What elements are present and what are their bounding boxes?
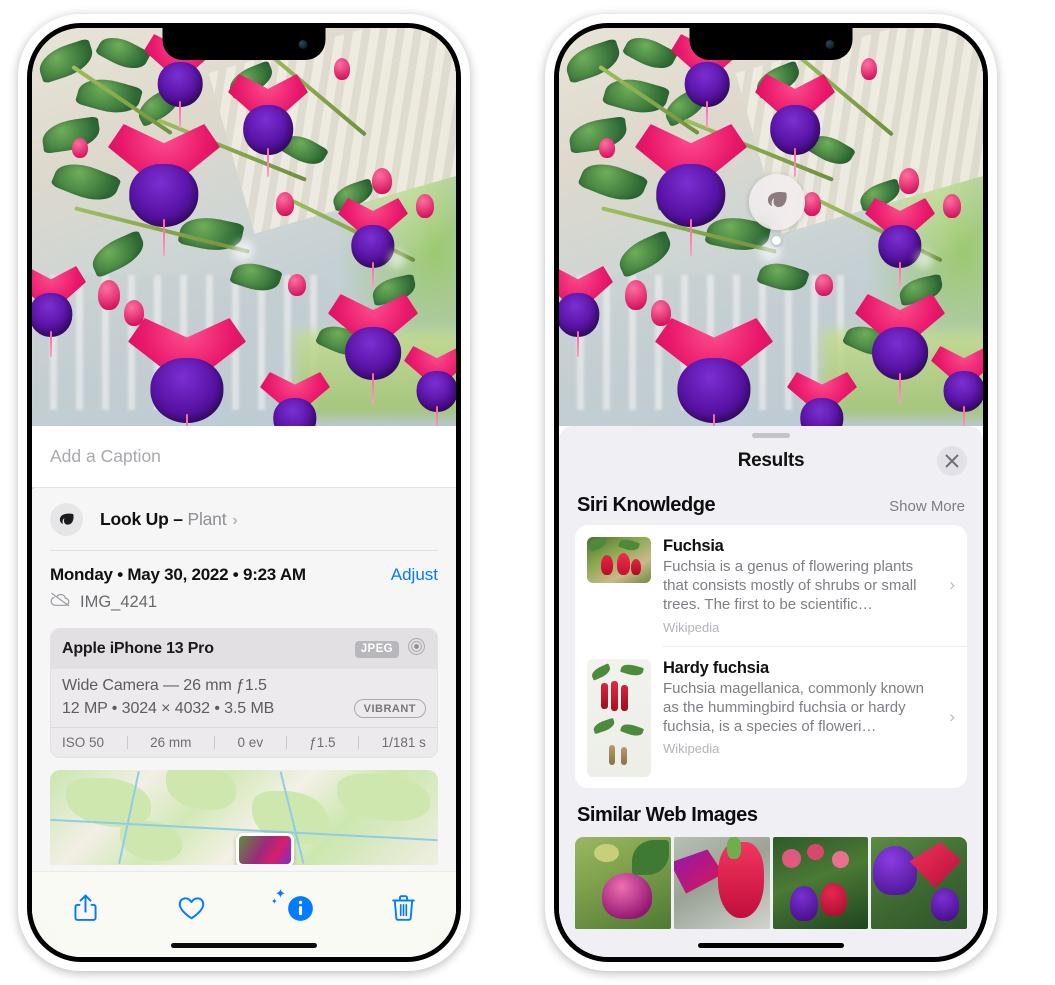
list-item[interactable]: Hardy fuchsia Fuchsia magellanica, commo… (575, 647, 967, 788)
adjust-button[interactable]: Adjust (391, 565, 438, 585)
camera-model: Apple iPhone 13 Pro (62, 640, 214, 657)
home-indicator-left[interactable] (171, 943, 317, 948)
home-indicator-right[interactable] (698, 943, 844, 948)
volume-up-button[interactable] (15, 250, 20, 312)
web-image-thumbnail[interactable] (673, 836, 770, 929)
knowledge-thumbnail (587, 537, 651, 583)
look-up-subject: Plant (187, 508, 227, 529)
screen-left: Add a Caption ✦ ✦ Look Up – Plant › (32, 28, 456, 957)
photographic-style-badge: VIBRANT (353, 699, 426, 718)
knowledge-source: Wikipedia (663, 619, 720, 635)
exif-divider (213, 736, 215, 749)
info-button[interactable]: ✦ ✦ (271, 887, 319, 928)
exif-iso: ISO 50 (62, 735, 105, 750)
camera-meta: 12 MP • 3024 × 4032 • 3.5 MB (62, 699, 275, 717)
knowledge-thumbnail (587, 658, 651, 777)
siri-knowledge-card: Fuchsia Fuchsia is a genus of flowering … (575, 525, 967, 788)
caption-field[interactable]: Add a Caption (32, 426, 456, 488)
exif-aperture: ƒ1.5 (309, 735, 336, 750)
visual-lookup-badge[interactable] (749, 174, 805, 230)
knowledge-source: Wikipedia (663, 741, 720, 757)
chevron-right-icon: › (949, 575, 955, 595)
photo-viewer-right[interactable] (559, 28, 983, 426)
phone-bezel-right: Results Siri Knowledge Show More Fuchsia… (554, 23, 988, 962)
knowledge-title: Hardy fuchsia (663, 658, 769, 677)
exif-divider (285, 736, 287, 749)
power-button[interactable] (995, 289, 1000, 389)
results-sheet: Results Siri Knowledge Show More Fuchsia… (559, 426, 983, 957)
leaf-icon (764, 187, 790, 218)
favorite-button[interactable] (169, 888, 213, 928)
exif-row: ISO 50 26 mm 0 ev ƒ1.5 1/181 s (51, 727, 437, 757)
front-camera-icon (825, 40, 835, 49)
location-map-thumbnail[interactable] (50, 770, 438, 865)
share-button[interactable] (63, 888, 107, 928)
camera-card-header: Apple iPhone 13 Pro JPEG (51, 629, 437, 669)
silence-switch[interactable] (16, 182, 20, 214)
camera-card-body: Wide Camera — 26 mm ƒ1.5 12 MP • 3024 × … (51, 669, 437, 727)
look-up-title: Look Up – (100, 508, 183, 529)
visual-lookup-anchor-dot (772, 236, 781, 245)
iphone-right: Results Siri Knowledge Show More Fuchsia… (545, 14, 997, 971)
results-title: Results (737, 450, 805, 471)
volume-down-button[interactable] (542, 332, 547, 394)
screenshot-stage: Add a Caption ✦ ✦ Look Up – Plant › (0, 0, 1055, 985)
exif-divider (358, 736, 360, 749)
screen-right: Results Siri Knowledge Show More Fuchsia… (559, 28, 983, 957)
list-item[interactable]: Fuchsia Fuchsia is a genus of flowering … (575, 525, 967, 646)
photo-viewer-left[interactable] (32, 28, 456, 426)
close-button[interactable] (937, 446, 967, 476)
web-image-thumbnail[interactable] (772, 836, 869, 929)
photo-date: Monday • May 30, 2022 • 9:23 AM (50, 565, 306, 584)
exif-focal: 26 mm (150, 735, 192, 750)
delete-button[interactable] (381, 888, 425, 928)
knowledge-description: Fuchsia is a genus of flowering plants t… (663, 558, 917, 614)
leaf-icon (50, 502, 83, 536)
notch-left (162, 28, 326, 60)
knowledge-description: Fuchsia magellanica, commonly known as t… (663, 679, 924, 735)
map-photo-pin (236, 833, 295, 865)
siri-knowledge-header: Siri Knowledge Show More (559, 484, 983, 525)
sparkle-small-icon: ✦ (271, 897, 278, 906)
knowledge-title: Fuchsia (663, 537, 724, 555)
look-up-label: Look Up – Plant › (100, 509, 238, 530)
silence-switch[interactable] (543, 182, 547, 214)
photo-filename: IMG_4241 (80, 592, 158, 611)
camera-lens: Wide Camera — 26 mm ƒ1.5 (62, 677, 267, 694)
results-header: Results (559, 438, 983, 484)
power-button[interactable] (468, 289, 473, 389)
exif-shutter: 1/181 s (381, 735, 426, 750)
chevron-right-icon: › (232, 511, 238, 529)
format-badge: JPEG (354, 640, 399, 658)
volume-up-button[interactable] (542, 250, 547, 312)
aperture-icon (407, 637, 426, 661)
date-block: Monday • May 30, 2022 • 9:23 AM Adjust I… (32, 551, 456, 622)
camera-info-card: Apple iPhone 13 Pro JPEG Wide Camera — 2… (50, 628, 438, 758)
exif-exposure: 0 ev (237, 735, 264, 750)
siri-knowledge-heading: Siri Knowledge (577, 494, 716, 516)
show-more-button[interactable]: Show More (889, 498, 965, 515)
caption-placeholder: Add a Caption (50, 446, 161, 466)
chevron-right-icon: › (949, 707, 955, 727)
iphone-left: Add a Caption ✦ ✦ Look Up – Plant › (18, 14, 470, 971)
volume-down-button[interactable] (15, 332, 20, 394)
web-image-thumbnail[interactable] (871, 836, 967, 929)
cloud-slash-icon (50, 592, 71, 612)
front-camera-icon (298, 40, 308, 49)
phone-bezel-left: Add a Caption ✦ ✦ Look Up – Plant › (27, 23, 461, 962)
similar-web-images-heading: Similar Web Images (577, 803, 758, 826)
look-up-row[interactable]: ✦ ✦ Look Up – Plant› (32, 482, 456, 550)
web-image-thumbnail[interactable] (575, 836, 671, 929)
similar-web-images-strip (559, 836, 983, 929)
exif-divider (126, 736, 128, 749)
notch-right (689, 28, 853, 60)
close-icon (945, 454, 959, 468)
similar-web-images-header: Similar Web Images (559, 788, 983, 833)
photo-info-sheet: Add a Caption ✦ ✦ Look Up – Plant › (32, 426, 456, 957)
sparkle-icon: ✦ (32, 482, 36, 498)
